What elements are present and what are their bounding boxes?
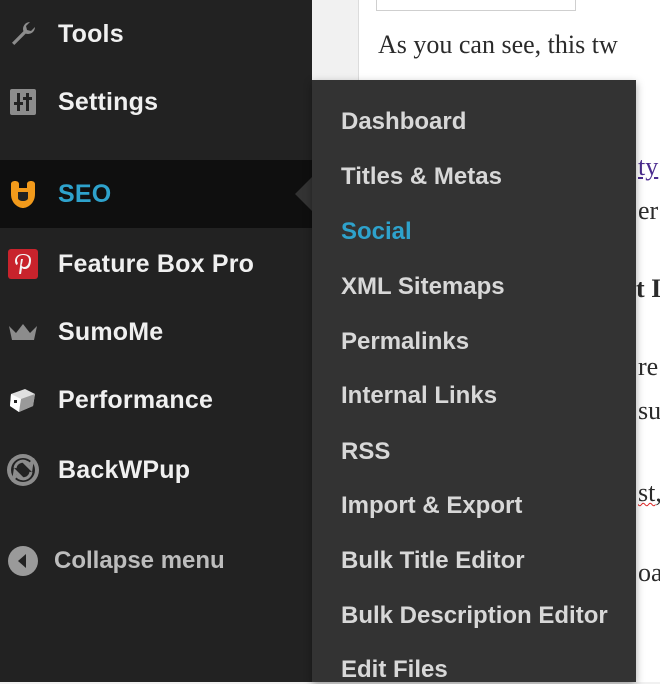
submenu-item-edit-files[interactable]: Edit Files xyxy=(341,656,448,684)
sidebar-item-label: Feature Box Pro xyxy=(58,249,255,278)
sidebar-item-tools[interactable]: Tools xyxy=(0,0,312,68)
content-heading-fragment: t I xyxy=(636,274,660,303)
sidebar-item-settings[interactable]: Settings xyxy=(0,68,312,136)
sidebar-item-label: BackWPup xyxy=(58,455,191,484)
content-text-fragment-7: oa xyxy=(638,558,660,587)
content-text-fragment-4: re xyxy=(638,352,659,381)
sliders-icon xyxy=(4,83,42,121)
submenu-item-bulk-title-editor[interactable]: Bulk Title Editor xyxy=(341,547,525,575)
wrench-icon xyxy=(4,15,42,53)
sidebar-item-feature-box-pro[interactable]: Feature Box Pro xyxy=(0,230,312,298)
sidebar-item-label: SEO xyxy=(58,179,112,208)
collapse-menu-button[interactable]: Collapse menu xyxy=(0,534,312,588)
content-text-line-1: As you can see, this tw xyxy=(378,30,618,59)
sidebar-item-performance[interactable]: Performance xyxy=(0,366,312,434)
admin-sidebar: Tools Settings SEO Feature Box Pro SumoM… xyxy=(0,0,312,682)
collapse-menu-label: Collapse menu xyxy=(54,547,225,574)
submenu-item-titles-metas[interactable]: Titles & Metas xyxy=(341,163,502,191)
crown-icon xyxy=(4,313,42,351)
submenu-item-xml-sitemaps[interactable]: XML Sitemaps xyxy=(341,273,505,301)
content-text-fragment-6: st, xyxy=(638,478,660,507)
sidebar-item-sumome[interactable]: SumoMe xyxy=(0,298,312,366)
seo-plugin-icon xyxy=(4,175,42,213)
sync-icon xyxy=(4,451,42,489)
submenu-item-rss[interactable]: RSS xyxy=(341,438,390,466)
content-link-fragment[interactable]: ty xyxy=(638,152,658,182)
sidebar-item-label: Tools xyxy=(58,19,124,48)
cube-icon xyxy=(4,381,42,419)
sidebar-item-seo[interactable]: SEO xyxy=(0,160,312,228)
sidebar-item-label: Performance xyxy=(58,385,214,414)
sidebar-item-backwpup[interactable]: BackWPup xyxy=(0,436,312,504)
submenu-item-permalinks[interactable]: Permalinks xyxy=(341,328,469,356)
content-text-fragment-5: su xyxy=(638,396,660,425)
pinterest-icon xyxy=(4,245,42,283)
sidebar-item-label: Settings xyxy=(58,87,159,116)
submenu-item-bulk-description-editor[interactable]: Bulk Description Editor xyxy=(341,602,608,630)
submenu-item-internal-links[interactable]: Internal Links xyxy=(341,382,497,410)
text-input-box[interactable] xyxy=(376,0,576,11)
submenu-item-import-export[interactable]: Import & Export xyxy=(341,492,522,520)
arrow-left-circle-icon xyxy=(6,544,40,578)
submenu-item-social[interactable]: Social xyxy=(341,218,412,246)
content-text-fragment-2: er xyxy=(638,196,659,225)
submenu-item-dashboard[interactable]: Dashboard xyxy=(341,108,466,136)
seo-submenu-flyout: Dashboard Titles & Metas Social XML Site… xyxy=(312,80,636,684)
sidebar-item-label: SumoMe xyxy=(58,317,164,346)
